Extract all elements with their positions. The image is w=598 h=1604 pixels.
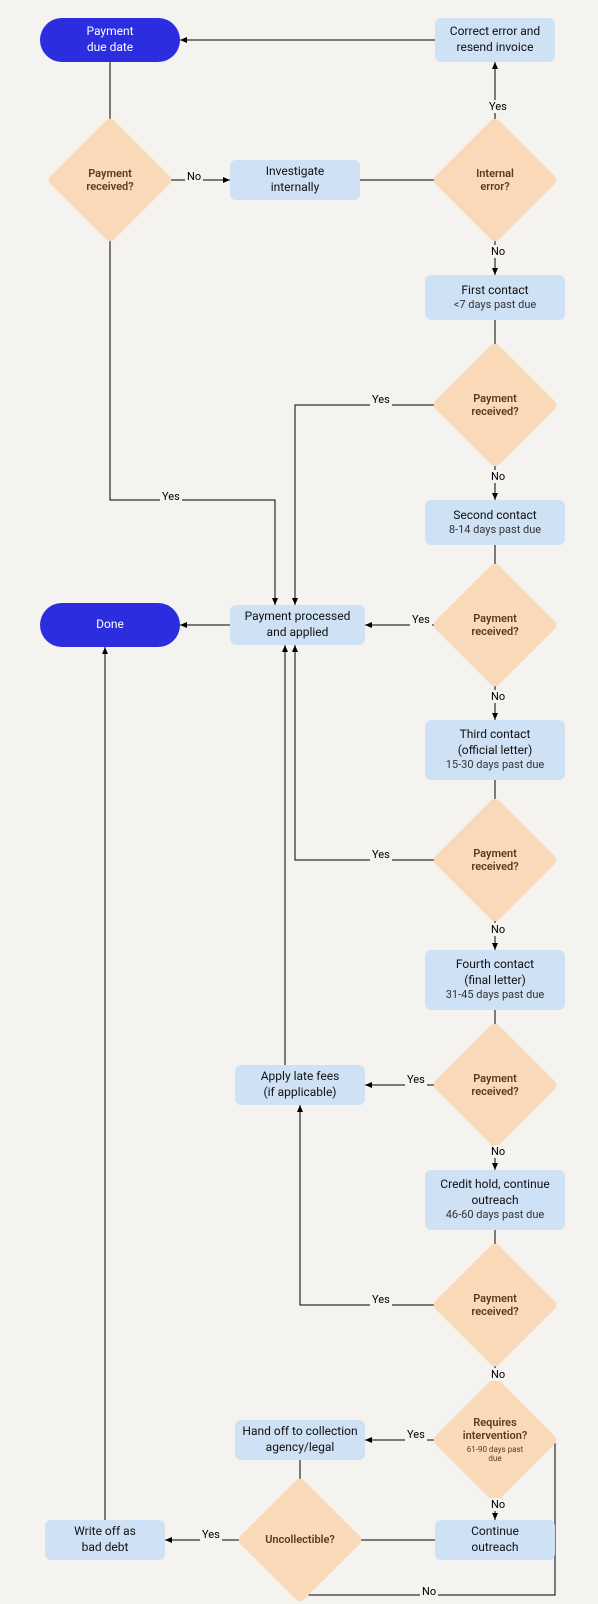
first-contact-node: First contact<7 days past due xyxy=(425,275,565,320)
done-label: Done xyxy=(96,617,124,633)
internal-error: Internal error? xyxy=(450,135,540,225)
payment-received-1: Payment received? xyxy=(65,135,155,225)
apply-late-fees-node: Apply late fees (if applicable) xyxy=(235,1065,365,1105)
payment-received-2: Payment received? xyxy=(450,360,540,450)
third-contact-label: Third contact (official letter)15-30 day… xyxy=(446,727,544,772)
payment-received-4: Payment received? xyxy=(450,815,540,905)
start-node: Payment due date xyxy=(40,18,180,62)
label-yes-5: Yes xyxy=(405,1073,427,1086)
label-no-5: No xyxy=(489,923,507,936)
continue-outreach-node: Continue outreach xyxy=(435,1520,555,1560)
correct-error-node: Correct error and resend invoice xyxy=(435,18,555,62)
third-contact-node: Third contact (official letter)15-30 day… xyxy=(425,720,565,780)
first-contact-label: First contact<7 days past due xyxy=(454,283,536,313)
label-no-4: No xyxy=(489,690,507,703)
label-yes-7: Yes xyxy=(405,1428,427,1441)
payment-received-4-label: Payment received? xyxy=(465,847,524,873)
internal-error-label: Internal error? xyxy=(470,167,520,193)
payment-received-6-label: Payment received? xyxy=(465,1292,524,1318)
label-yes-3: Yes xyxy=(410,613,432,626)
write-off-node: Write off as bad debt xyxy=(45,1520,165,1560)
label-yes-9: Yes xyxy=(160,490,182,503)
investigate-label: Investigate internally xyxy=(266,164,325,195)
flowchart-edges xyxy=(0,0,598,1600)
requires-intervention-label: Requires intervention?61-90 days past du… xyxy=(457,1416,534,1464)
label-no-7: No xyxy=(489,1368,507,1381)
credit-hold-node: Credit hold, continue outreach46-60 days… xyxy=(425,1170,565,1230)
investigate-node: Investigate internally xyxy=(230,160,360,200)
payment-processed-node: Payment processed and applied xyxy=(230,605,365,645)
label-no-6: No xyxy=(489,1145,507,1158)
start-label: Payment due date xyxy=(86,24,133,55)
label-yes-4: Yes xyxy=(370,848,392,861)
payment-processed-label: Payment processed and applied xyxy=(245,609,351,640)
second-contact-label: Second contact8-14 days past due xyxy=(449,508,541,538)
fourth-contact-label: Fourth contact (final letter)31-45 days … xyxy=(446,957,544,1002)
correct-error-label: Correct error and resend invoice xyxy=(450,24,540,55)
write-off-label: Write off as bad debt xyxy=(74,1524,136,1555)
done-node: Done xyxy=(40,603,180,647)
apply-late-fees-label: Apply late fees (if applicable) xyxy=(261,1069,340,1100)
payment-received-1-label: Payment received? xyxy=(80,167,139,193)
fourth-contact-node: Fourth contact (final letter)31-45 days … xyxy=(425,950,565,1010)
payment-received-6: Payment received? xyxy=(450,1260,540,1350)
payment-received-5-label: Payment received? xyxy=(465,1072,524,1098)
label-yes-8: Yes xyxy=(200,1528,222,1541)
requires-intervention: Requires intervention?61-90 days past du… xyxy=(450,1395,540,1485)
label-no-8: No xyxy=(489,1498,507,1511)
continue-outreach-label: Continue outreach xyxy=(471,1524,519,1555)
payment-received-5: Payment received? xyxy=(450,1040,540,1130)
uncollectible-label: Uncollectible? xyxy=(259,1533,341,1546)
label-yes-2: Yes xyxy=(370,393,392,406)
uncollectible: Uncollectible? xyxy=(255,1495,345,1585)
label-yes-6: Yes xyxy=(370,1293,392,1306)
hand-off-node: Hand off to collection agency/legal xyxy=(235,1420,365,1460)
hand-off-label: Hand off to collection agency/legal xyxy=(242,1424,357,1455)
payment-received-2-label: Payment received? xyxy=(465,392,524,418)
label-no-2: No xyxy=(489,245,507,258)
label-no-1: No xyxy=(185,170,203,183)
label-yes-1: Yes xyxy=(487,100,509,113)
credit-hold-label: Credit hold, continue outreach46-60 days… xyxy=(440,1177,549,1222)
label-no-3: No xyxy=(489,470,507,483)
payment-received-3: Payment received? xyxy=(450,580,540,670)
payment-received-3-label: Payment received? xyxy=(465,612,524,638)
label-no-9: No xyxy=(420,1585,438,1598)
second-contact-node: Second contact8-14 days past due xyxy=(425,500,565,545)
